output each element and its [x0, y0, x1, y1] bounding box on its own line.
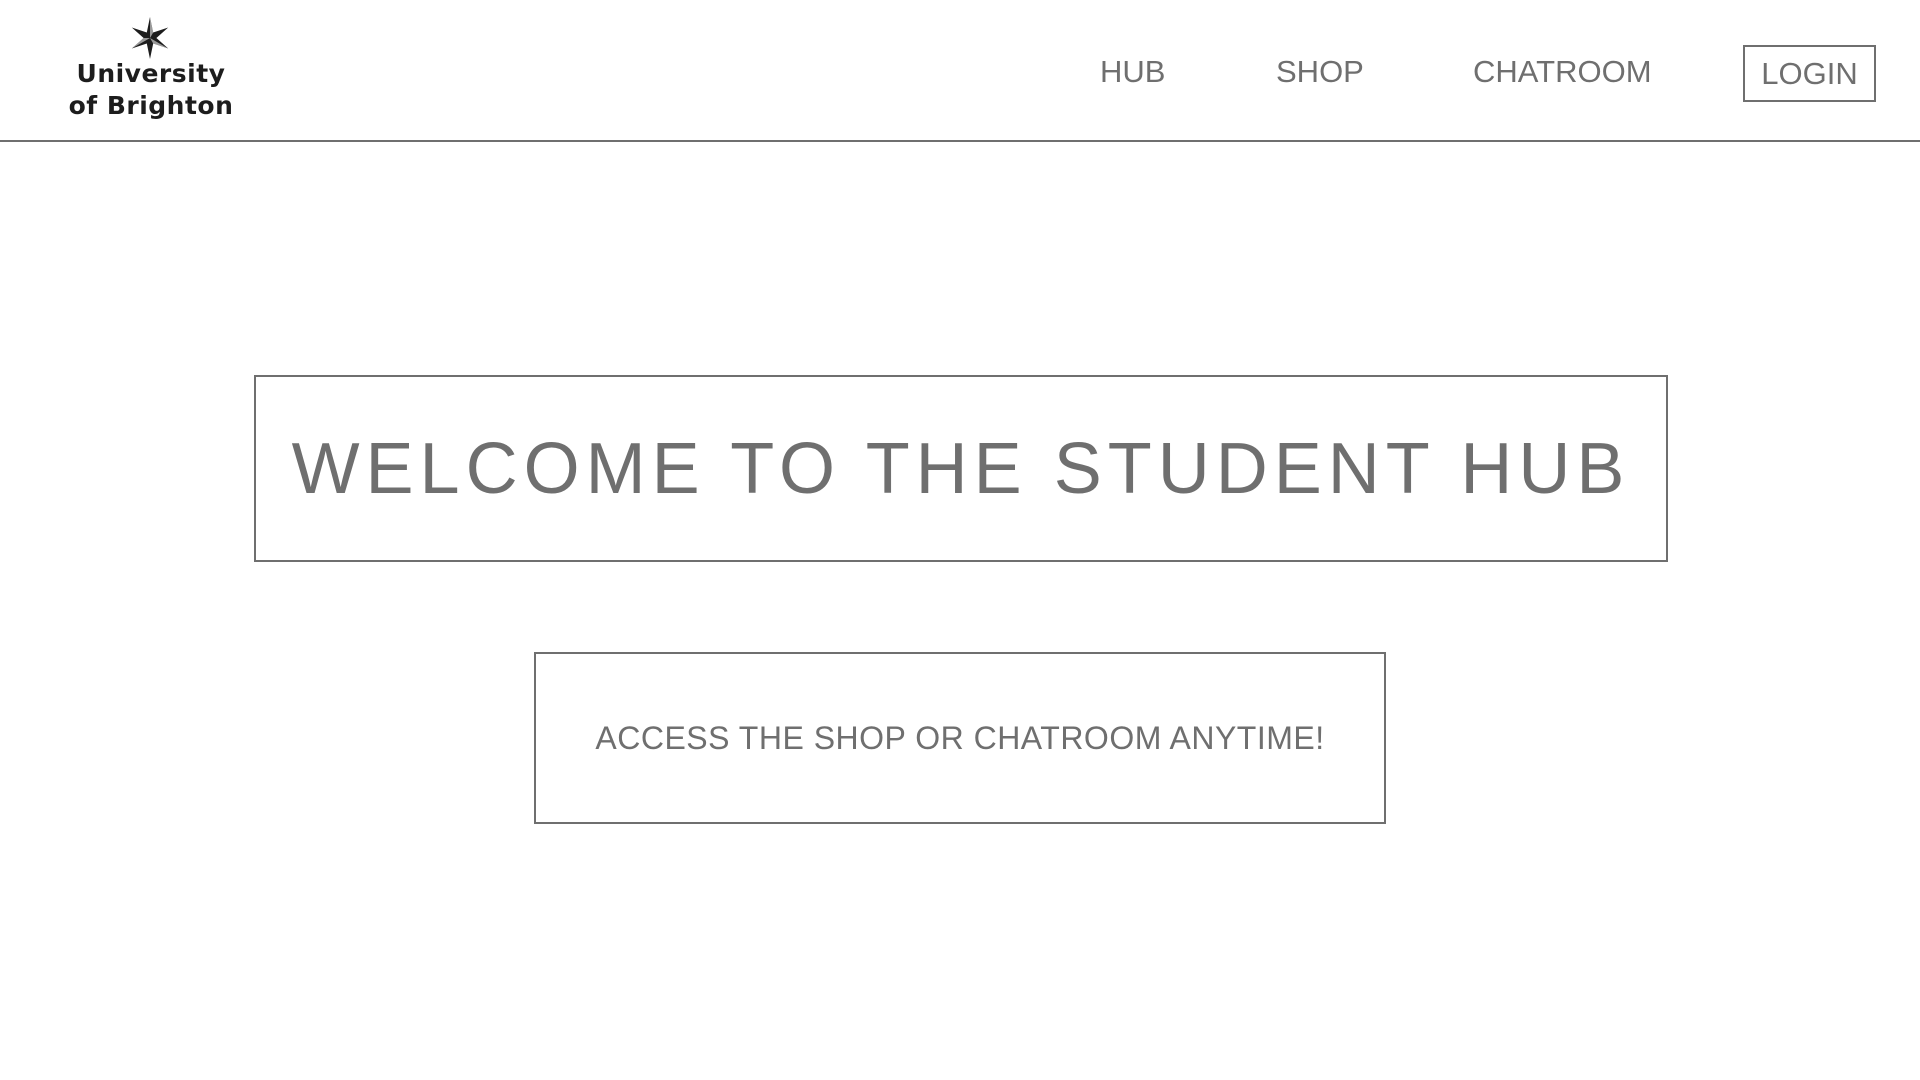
university-logo[interactable]: University of Brighton — [58, 16, 244, 124]
access-message: ACCESS THE SHOP OR CHATROOM ANYTIME! — [595, 719, 1325, 756]
nav-hub-link[interactable]: HUB — [1100, 44, 1165, 100]
login-button[interactable]: LOGIN — [1743, 45, 1876, 102]
logo-line-university: University — [76, 59, 226, 88]
welcome-title: WELCOME TO THE STUDENT HUB — [291, 428, 1631, 509]
access-message-box: ACCESS THE SHOP OR CHATROOM ANYTIME! — [534, 652, 1386, 824]
logo-text: University of Brighton — [58, 58, 244, 122]
nav-shop-link[interactable]: SHOP — [1276, 44, 1364, 100]
page: University of Brighton HUB SHOP CHATROOM… — [0, 0, 1920, 1080]
site-header: University of Brighton HUB SHOP CHATROOM… — [0, 0, 1920, 142]
nav-chatroom-link[interactable]: CHATROOM — [1473, 44, 1652, 100]
welcome-banner: WELCOME TO THE STUDENT HUB — [254, 375, 1668, 562]
star-icon — [131, 17, 169, 59]
logo-line-brighton: of Brighton — [68, 91, 234, 120]
